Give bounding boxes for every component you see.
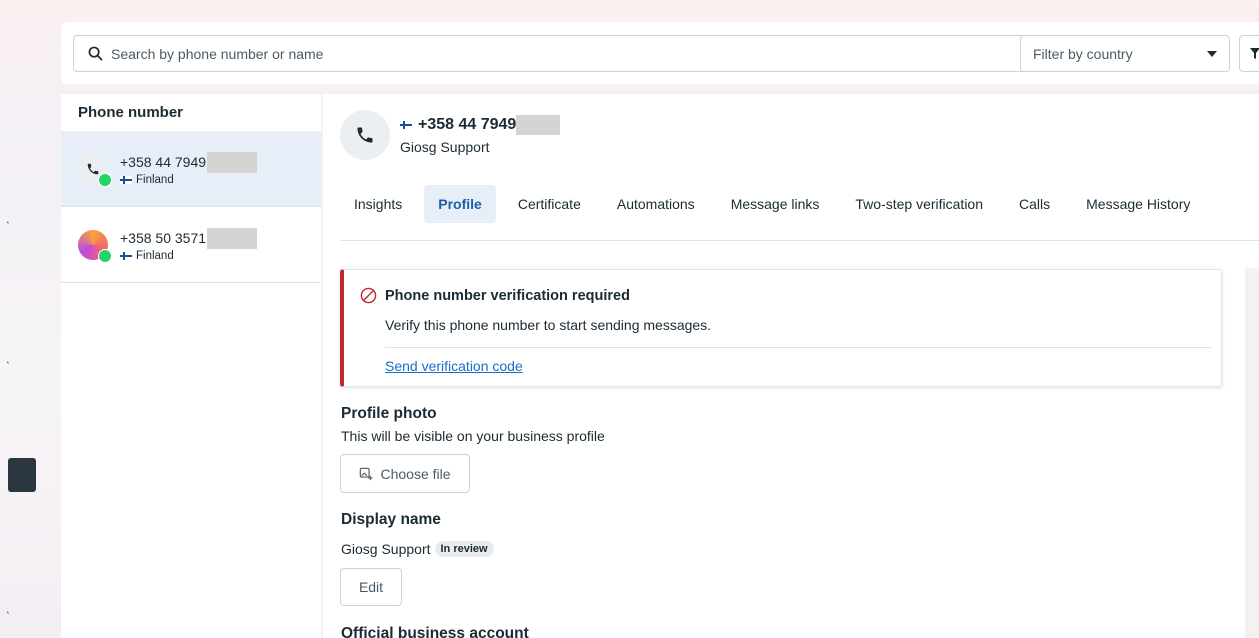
edit-button[interactable]: Edit — [340, 568, 402, 606]
redacted-digits — [207, 151, 258, 173]
list-item[interactable]: +358 50 3571 Finland — [61, 207, 321, 283]
list-item-number: +358 44 7949 — [120, 154, 207, 170]
finland-flag-icon — [400, 121, 412, 129]
profile-photo-title: Profile photo — [341, 405, 437, 422]
tab-insights[interactable]: Insights — [340, 185, 416, 223]
list-header: Phone number — [78, 104, 184, 121]
whatsapp-icon — [98, 248, 112, 263]
country-filter-select[interactable]: Filter by country — [1020, 35, 1230, 72]
alert-divider — [385, 347, 1211, 348]
nav-marker: ˎ — [6, 350, 10, 364]
verification-alert: Phone number verification required Verif… — [340, 269, 1222, 387]
tab-message-links[interactable]: Message links — [717, 185, 834, 223]
list-item[interactable]: +358 44 7949 Finland — [61, 131, 321, 207]
send-verification-link[interactable]: Send verification code — [385, 358, 523, 374]
caret-down-icon — [1207, 50, 1217, 57]
avatar — [78, 229, 112, 263]
error-icon — [360, 287, 377, 304]
left-nav-strip: ˎ ˎ ˎ — [0, 0, 40, 638]
scrollbar[interactable] — [1245, 268, 1259, 638]
tab-message-history[interactable]: Message History — [1072, 185, 1204, 223]
avatar — [78, 153, 112, 187]
search-input[interactable] — [111, 45, 1011, 62]
redacted-digits — [516, 115, 561, 135]
tab-two-step-verification[interactable]: Two-step verification — [841, 185, 997, 223]
detail-tabs: Insights Profile Certificate Automations… — [340, 185, 1259, 223]
whatsapp-icon — [98, 172, 112, 187]
detail-header: +358 44 7949 Giosg Support — [340, 110, 561, 160]
finland-flag-icon — [120, 175, 132, 184]
search-bar: Filter by country — [61, 22, 1259, 84]
search-icon — [88, 46, 103, 61]
phone-icon — [357, 127, 373, 143]
tab-automations[interactable]: Automations — [603, 185, 709, 223]
display-name-title: Display name — [341, 511, 441, 528]
redacted-digits — [207, 227, 258, 249]
profile-photo-desc: This will be visible on your business pr… — [341, 428, 605, 444]
detail-number: +358 44 7949 — [418, 116, 517, 133]
tab-divider — [340, 240, 1259, 241]
detail-name: Giosg Support — [400, 139, 490, 155]
choose-file-label: Choose file — [380, 465, 451, 482]
status-badge: In review — [434, 541, 494, 557]
filter-icon — [1250, 48, 1259, 59]
phone-detail-panel: +358 44 7949 Giosg Support Insights Prof… — [323, 94, 1259, 638]
tab-certificate[interactable]: Certificate — [504, 185, 595, 223]
nav-marker: ˎ — [6, 210, 10, 224]
alert-body: Verify this phone number to start sendin… — [385, 317, 712, 333]
nav-marker: ˎ — [6, 600, 10, 614]
search-field[interactable] — [73, 35, 1073, 72]
list-item-country: Finland — [136, 249, 174, 262]
alert-title: Phone number verification required — [385, 287, 630, 304]
phone-icon — [87, 163, 99, 174]
image-add-icon — [360, 467, 374, 480]
edit-label: Edit — [358, 579, 384, 595]
display-name-value: Giosg Support — [341, 541, 431, 557]
tab-calls[interactable]: Calls — [1005, 185, 1064, 223]
filter-button[interactable] — [1239, 35, 1259, 72]
phone-number-list: Phone number +358 44 7949 Finland +358 5… — [61, 94, 321, 638]
display-name-row: Giosg Support In review — [341, 541, 494, 557]
list-item-country: Finland — [136, 173, 174, 186]
tab-profile[interactable]: Profile — [424, 185, 496, 223]
avatar — [340, 110, 390, 160]
official-account-title: Official business account — [341, 625, 529, 638]
country-filter-placeholder: Filter by country — [1033, 45, 1133, 62]
choose-file-button[interactable]: Choose file — [340, 454, 470, 493]
nav-tab[interactable] — [8, 458, 36, 492]
list-item-number: +358 50 3571 — [120, 230, 207, 246]
finland-flag-icon — [120, 251, 132, 260]
